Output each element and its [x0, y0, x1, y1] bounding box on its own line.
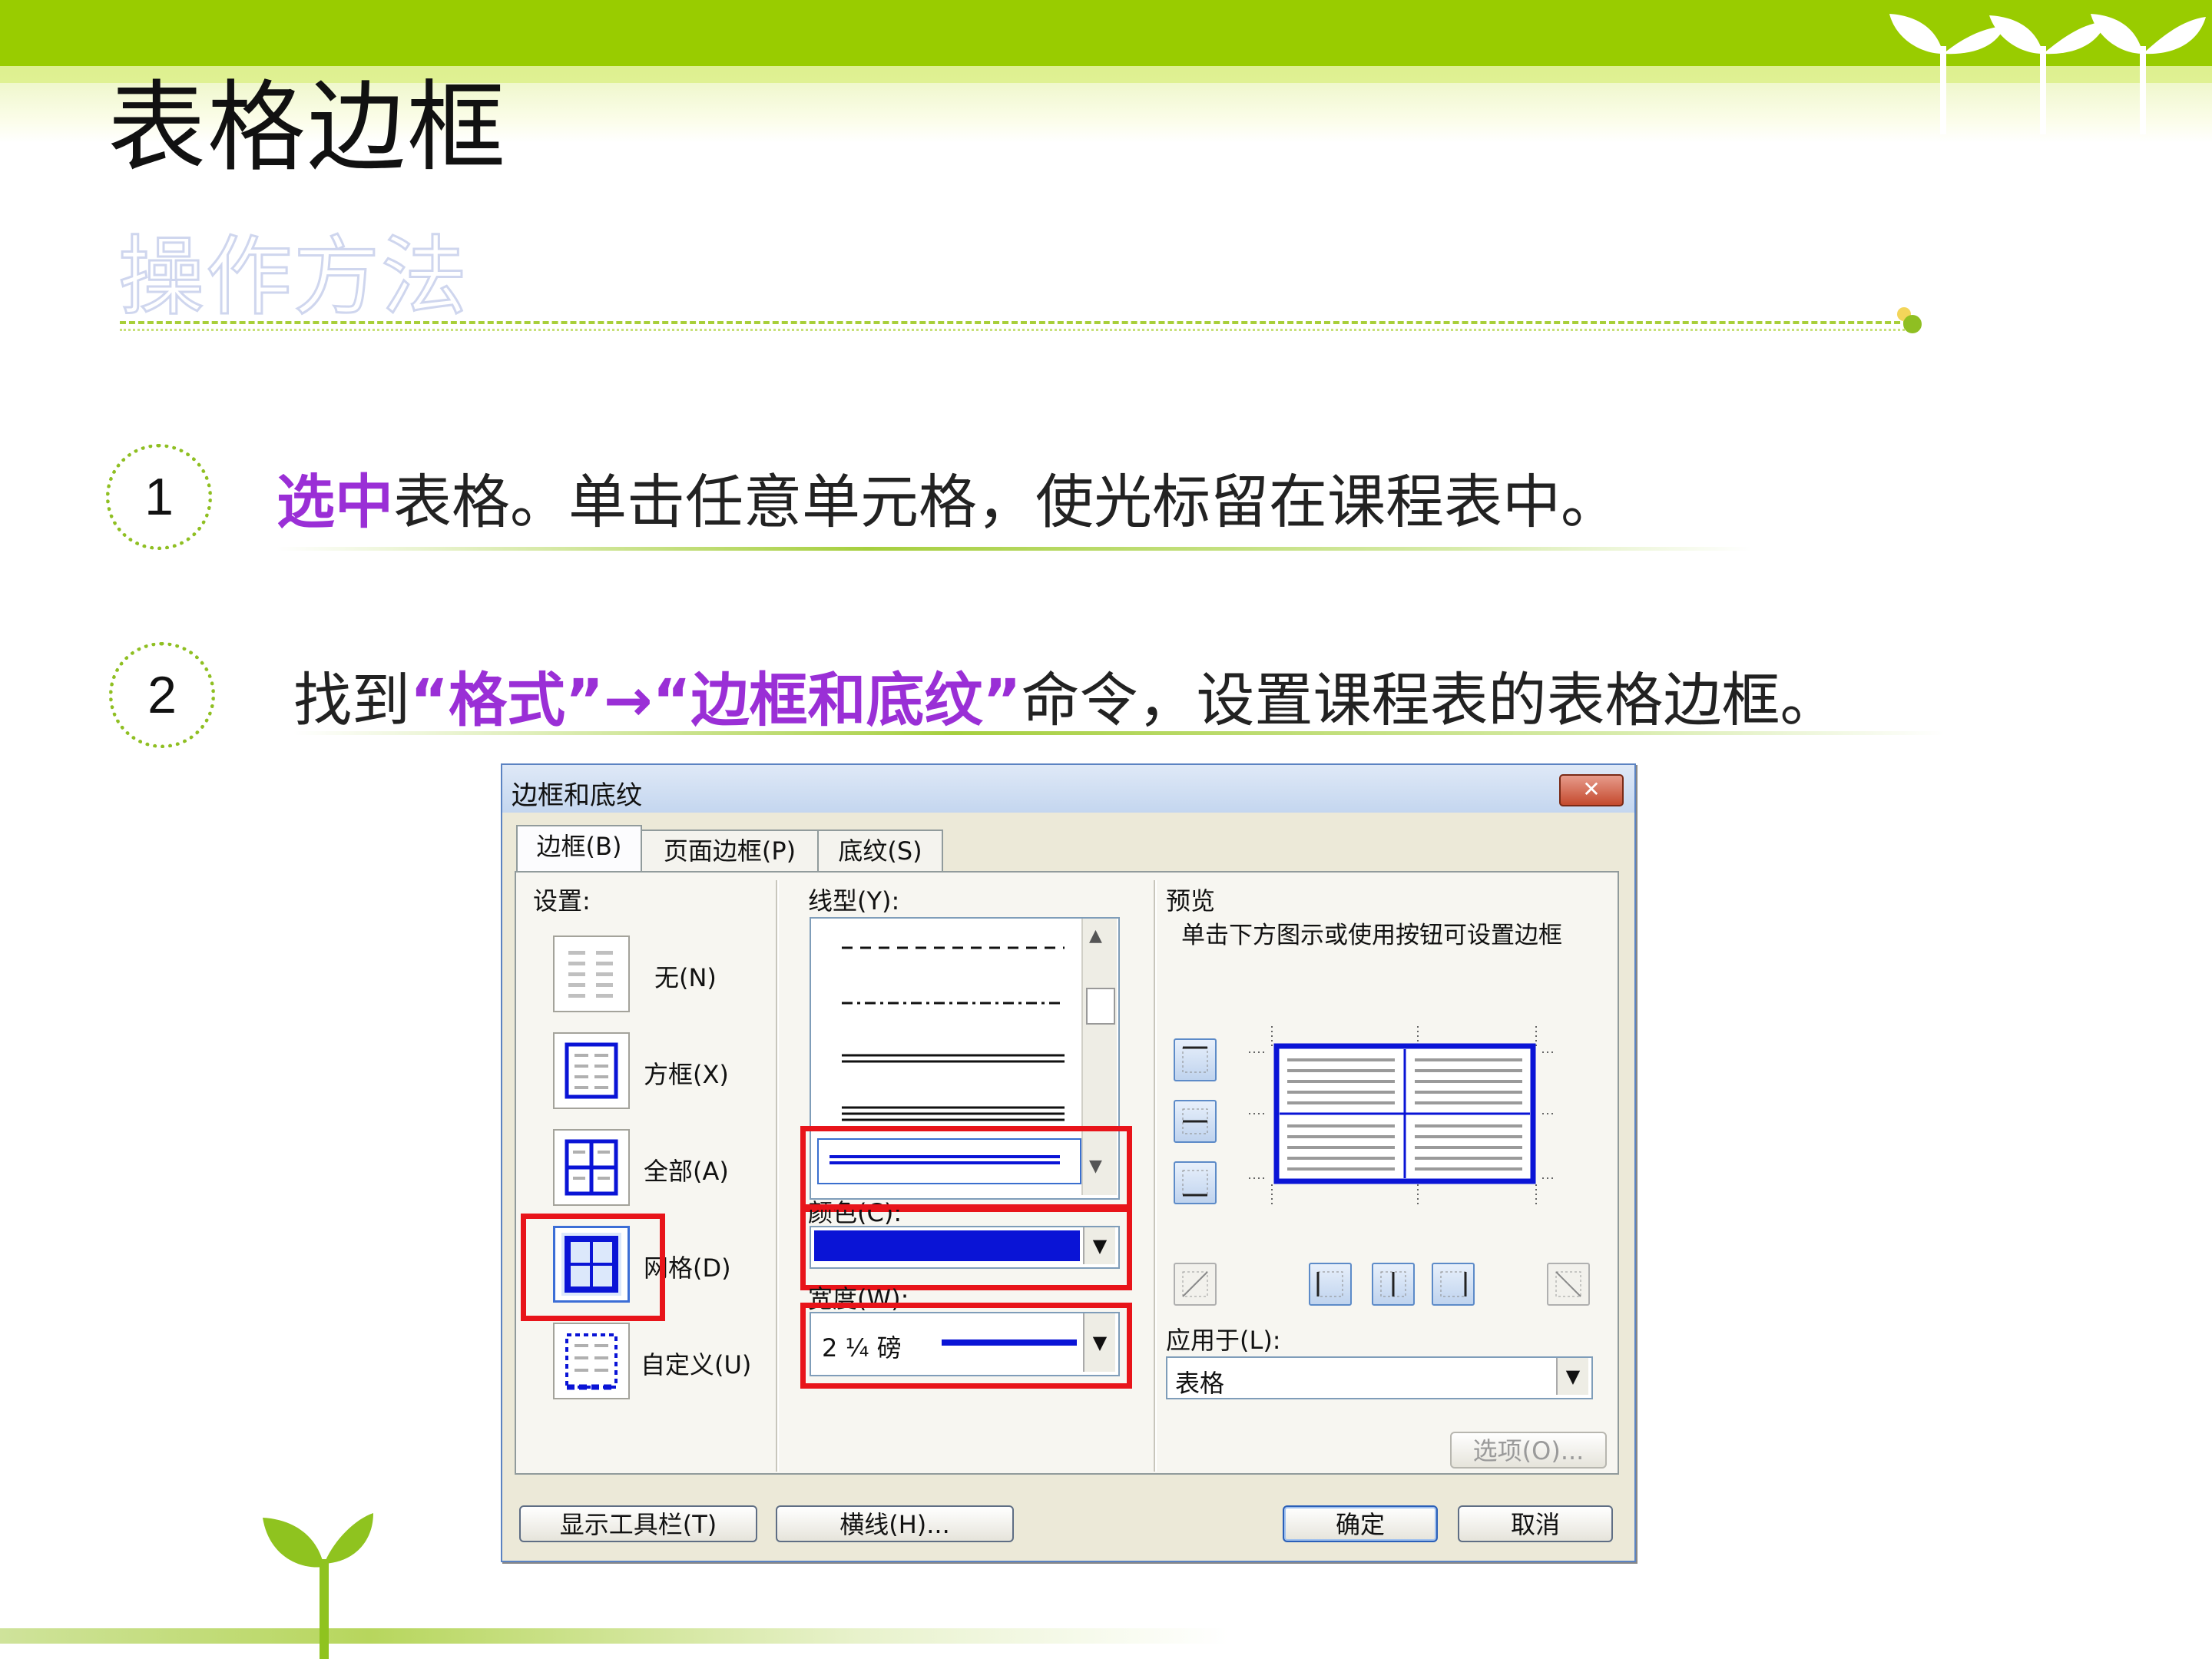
top-border-icon: [1182, 1046, 1208, 1073]
chevron-down-icon[interactable]: ▼: [1556, 1358, 1588, 1395]
box-border-icon: [565, 1042, 618, 1099]
sprouts-decoration-icon: [1889, 14, 2206, 134]
scroll-thumb[interactable]: [1086, 988, 1115, 1025]
apply-to-value: 表格: [1175, 1369, 1225, 1398]
separator-left: [776, 880, 779, 1472]
width-highlight: [800, 1303, 1132, 1389]
cancel-button[interactable]: 取消: [1458, 1505, 1613, 1542]
setting-custom-button[interactable]: [553, 1323, 630, 1399]
tab-page-border[interactable]: 页面边框(P): [641, 830, 819, 873]
line-style-label: 线型(Y):: [808, 886, 900, 916]
preview-label: 预览: [1166, 886, 1216, 916]
step-2-body: 命令，设置课程表的表格边框。: [1021, 666, 1839, 734]
settings-label: 设置:: [533, 886, 591, 916]
grid-setting-highlight: [521, 1214, 665, 1321]
color-highlight: [800, 1204, 1132, 1290]
separator-right: [1154, 880, 1157, 1472]
ok-button[interactable]: 确定: [1283, 1505, 1438, 1542]
step-2-prefix: 找到: [293, 666, 410, 734]
dialog-title: 边框和底纹: [512, 780, 642, 811]
none-border-icon: [568, 951, 613, 998]
diagonal-down-icon: [1555, 1271, 1581, 1297]
inside-horizontal-icon: [1182, 1108, 1208, 1134]
inside-vertical-button[interactable]: [1372, 1263, 1415, 1306]
step-2-highlight: “格式”→“边框和底纹”: [410, 666, 1022, 734]
inside-horizontal-button[interactable]: [1174, 1100, 1217, 1143]
step-2-number: 2: [109, 642, 215, 748]
right-border-button[interactable]: [1432, 1263, 1475, 1306]
slide-subtitle: 操作方法: [118, 227, 469, 329]
border-preview: [1249, 1026, 1556, 1204]
setting-none-label: 无(N): [654, 963, 717, 992]
right-border-icon: [1440, 1271, 1467, 1297]
setting-custom-label: 自定义(U): [641, 1350, 752, 1379]
show-toolbar-button[interactable]: 显示工具栏(T): [519, 1505, 757, 1542]
preview-hint: 单击下方图示或使用按钮可设置边框: [1181, 922, 1562, 949]
tab-shading[interactable]: 底纹(S): [817, 830, 943, 873]
diagonal-up-button[interactable]: [1174, 1263, 1217, 1306]
top-border-button[interactable]: [1174, 1038, 1217, 1081]
custom-border-icon: [565, 1333, 618, 1390]
close-button[interactable]: ✕: [1559, 774, 1624, 806]
apply-to-dropdown[interactable]: 表格 ▼: [1166, 1356, 1593, 1399]
setting-box-button[interactable]: [553, 1032, 630, 1109]
step-1-text: 选中表格。单击任意单元格，使光标留在课程表中。: [276, 455, 1619, 539]
slide-title: 表格边框: [108, 71, 508, 185]
setting-all-label: 全部(A): [644, 1157, 729, 1186]
diagonal-down-button[interactable]: [1547, 1263, 1590, 1306]
left-border-button[interactable]: [1309, 1263, 1352, 1306]
bottom-border-button[interactable]: [1174, 1161, 1217, 1204]
all-border-icon: [565, 1139, 618, 1196]
setting-box-label: 方框(X): [644, 1060, 729, 1089]
options-button[interactable]: 选项(O)...: [1450, 1432, 1607, 1469]
scroll-up-icon[interactable]: ▲: [1089, 926, 1102, 945]
step-1-number: 1: [106, 444, 212, 550]
step-1-underline: [276, 547, 1751, 551]
step-1-highlight: 选中: [276, 468, 393, 536]
dialog-titlebar[interactable]: 边框和底纹 ✕: [502, 765, 1634, 813]
bottom-green-stripe: [0, 1628, 1229, 1644]
divider-dot-green: [1903, 315, 1922, 333]
apply-to-label: 应用于(L):: [1166, 1326, 1281, 1355]
inside-vertical-icon: [1380, 1271, 1406, 1297]
sprout-bottom-icon: [263, 1513, 373, 1659]
step-2-underline: [293, 731, 1945, 735]
diagonal-up-icon: [1182, 1271, 1208, 1297]
bottom-border-icon: [1182, 1170, 1208, 1197]
setting-all-button[interactable]: [553, 1129, 630, 1206]
tab-borders[interactable]: 边框(B): [516, 825, 642, 874]
borders-shading-dialog: 边框和底纹 ✕ 边框(B) 页面边框(P) 底纹(S) 设置: 无(N) 方框(…: [501, 763, 1636, 1562]
setting-none-button[interactable]: [553, 935, 630, 1012]
step-1-body: 表格。单击任意单元格，使光标留在课程表中。: [393, 468, 1619, 536]
dotted-divider: [120, 329, 1909, 331]
horizontal-line-button[interactable]: 横线(H)...: [776, 1505, 1014, 1542]
tab-panel: 设置: 无(N) 方框(X) 全部(A) 网格(D) 自定义(U) 线型(Y):…: [515, 871, 1619, 1475]
step-2-text: 找到“格式”→“边框和底纹”命令，设置课程表的表格边框。: [293, 653, 1838, 737]
left-border-icon: [1316, 1271, 1343, 1297]
